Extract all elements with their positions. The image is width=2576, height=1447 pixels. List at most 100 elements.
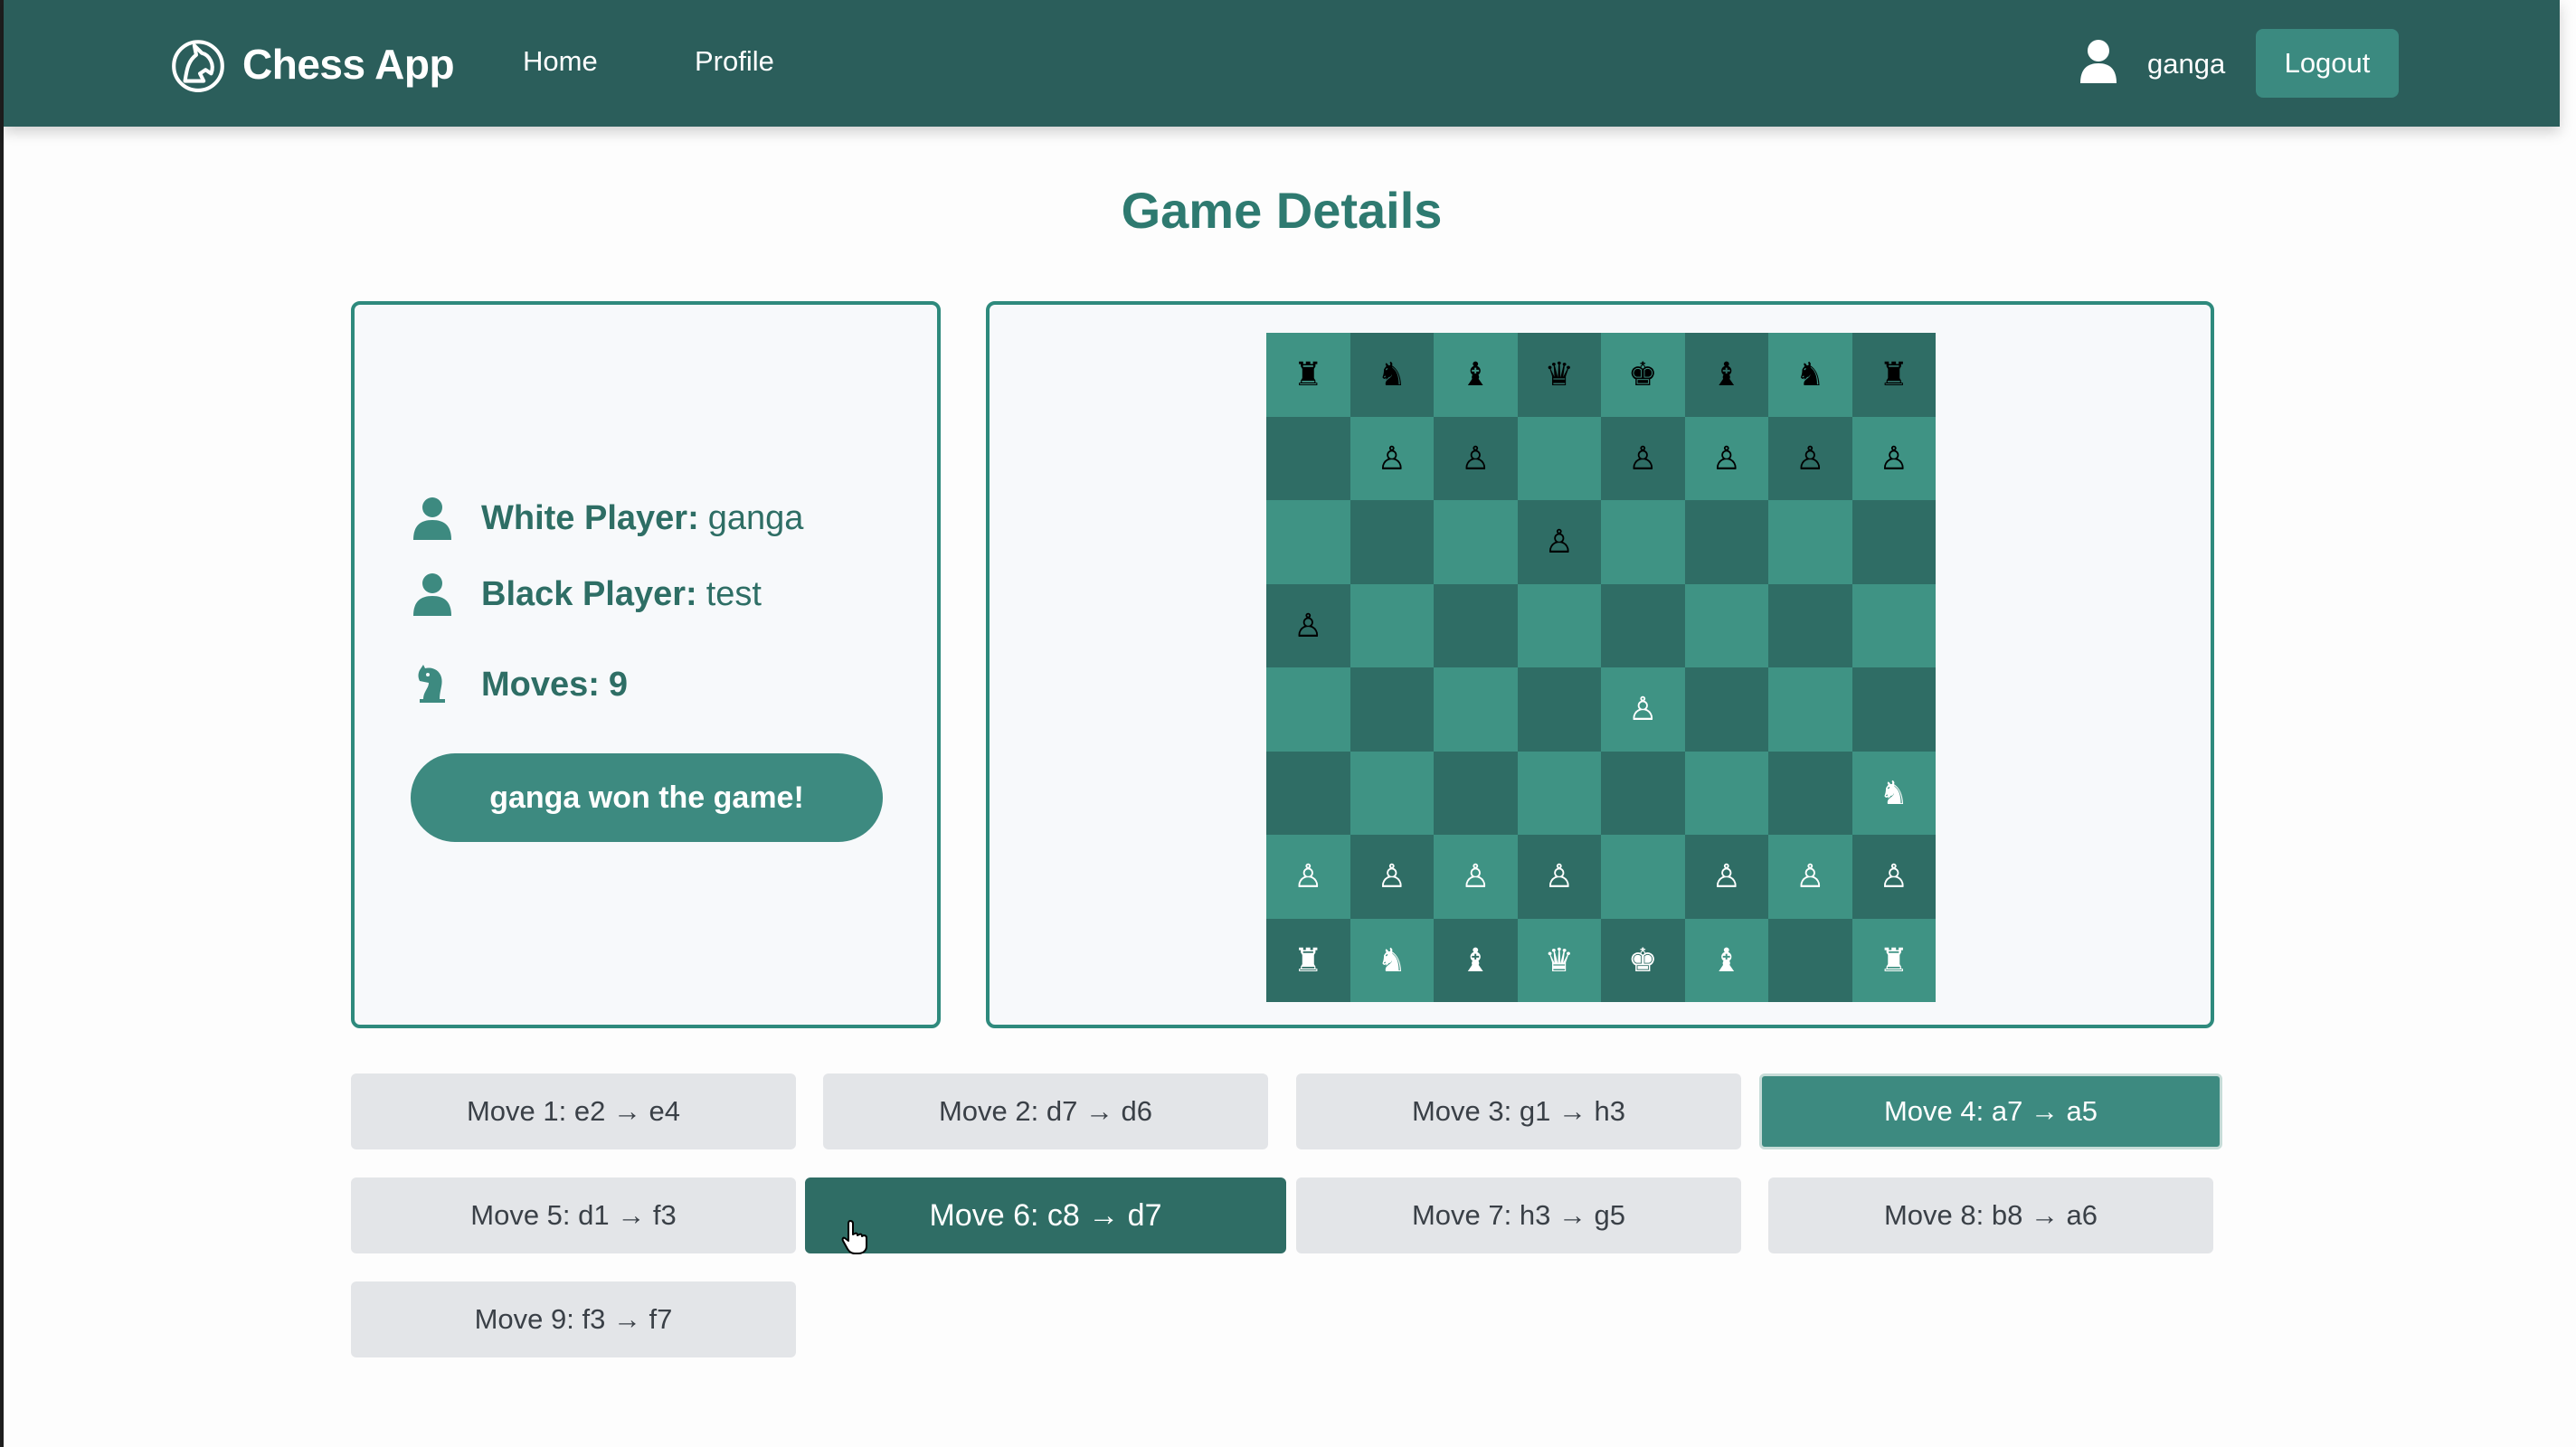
logout-button[interactable]: Logout bbox=[2256, 29, 2399, 98]
board-square-b8: ♞ bbox=[1350, 333, 1434, 417]
chess-piece: ♙ bbox=[1628, 690, 1658, 728]
chess-piece: ♜ bbox=[1293, 355, 1323, 393]
chess-piece: ♛ bbox=[1544, 355, 1574, 393]
chess-piece: ♚ bbox=[1628, 941, 1658, 979]
moves-count: 9 bbox=[608, 665, 629, 704]
nav-profile-link[interactable]: Profile bbox=[695, 45, 774, 78]
chess-piece: ♜ bbox=[1879, 941, 1908, 979]
move-button-3[interactable]: Move 3: g1 → h3 bbox=[1296, 1073, 1741, 1149]
board-square-g4 bbox=[1768, 667, 1852, 752]
game-info-card: White Player: ganga Black Player: test M… bbox=[351, 301, 941, 1028]
chess-piece: ♙ bbox=[1795, 857, 1825, 895]
board-square-b6 bbox=[1350, 500, 1434, 584]
board-square-a4 bbox=[1266, 667, 1350, 752]
chess-piece: ♜ bbox=[1293, 941, 1323, 979]
board-square-a3 bbox=[1266, 751, 1350, 835]
page-title: Game Details bbox=[1121, 182, 1443, 239]
chess-piece: ♜ bbox=[1879, 355, 1908, 393]
board-square-h7: ♙ bbox=[1852, 416, 1936, 500]
nav-username: ganga bbox=[2147, 48, 2226, 80]
board-square-f5 bbox=[1684, 583, 1768, 667]
board-square-h1: ♜ bbox=[1852, 918, 1936, 1002]
board-square-g2: ♙ bbox=[1768, 835, 1852, 919]
board-square-a2: ♙ bbox=[1266, 835, 1350, 919]
board-square-h5 bbox=[1852, 583, 1936, 667]
black-player-row: Black Player: test bbox=[411, 572, 762, 616]
chess-piece: ♙ bbox=[1795, 439, 1825, 477]
board-square-a6 bbox=[1266, 500, 1350, 584]
nav-home-link[interactable]: Home bbox=[523, 45, 598, 78]
board-square-e5 bbox=[1601, 583, 1685, 667]
brand[interactable]: Chess App bbox=[168, 33, 455, 96]
game-result-badge: ganga won the game! bbox=[411, 753, 883, 842]
board-square-h2: ♙ bbox=[1852, 835, 1936, 919]
board-square-b3 bbox=[1350, 751, 1434, 835]
chess-piece: ♝ bbox=[1461, 941, 1491, 979]
board-square-c5 bbox=[1434, 583, 1518, 667]
chess-piece: ♞ bbox=[1377, 941, 1406, 979]
black-player-label: Black Player: bbox=[481, 574, 697, 613]
board-square-f1: ♝ bbox=[1684, 918, 1768, 1002]
board-square-e1: ♚ bbox=[1601, 918, 1685, 1002]
board-square-e3 bbox=[1601, 751, 1685, 835]
board-square-f7: ♙ bbox=[1684, 416, 1768, 500]
chess-piece: ♙ bbox=[1293, 857, 1323, 895]
chess-piece: ♙ bbox=[1544, 523, 1574, 561]
board-square-e6 bbox=[1601, 500, 1685, 584]
board-square-h8: ♜ bbox=[1852, 333, 1936, 417]
board-square-c4 bbox=[1434, 667, 1518, 752]
board-square-e4: ♙ bbox=[1601, 667, 1685, 752]
move-button-7[interactable]: Move 7: h3 → g5 bbox=[1296, 1177, 1741, 1253]
board-square-c2: ♙ bbox=[1434, 835, 1518, 919]
navbar: Chess App Home Profile ganga Logout bbox=[4, 0, 2560, 127]
move-button-5[interactable]: Move 5: d1 → f3 bbox=[351, 1177, 796, 1253]
white-player-name: ganga bbox=[707, 498, 804, 537]
board-square-h3: ♞ bbox=[1852, 751, 1936, 835]
board-square-d2: ♙ bbox=[1517, 835, 1601, 919]
moves-count-row: Moves: 9 bbox=[411, 663, 637, 706]
board-square-d7 bbox=[1517, 416, 1601, 500]
board-square-e2 bbox=[1601, 835, 1685, 919]
hand-pointer-cursor-icon bbox=[841, 1220, 867, 1254]
board-square-a1: ♜ bbox=[1266, 918, 1350, 1002]
board-square-g1 bbox=[1768, 918, 1852, 1002]
chess-piece: ♙ bbox=[1293, 606, 1323, 644]
move-button-1[interactable]: Move 1: e2 → e4 bbox=[351, 1073, 796, 1149]
chess-piece: ♚ bbox=[1628, 355, 1658, 393]
chess-piece: ♞ bbox=[1879, 773, 1908, 811]
black-player-name: test bbox=[706, 574, 762, 613]
board-square-a8: ♜ bbox=[1266, 333, 1350, 417]
board-square-h6 bbox=[1852, 500, 1936, 584]
chess-piece: ♙ bbox=[1711, 439, 1741, 477]
chess-piece: ♛ bbox=[1544, 941, 1574, 979]
chess-piece: ♙ bbox=[1461, 439, 1491, 477]
move-button-6[interactable]: Move 6: c8 → d7 bbox=[805, 1177, 1286, 1253]
board-square-d5 bbox=[1517, 583, 1601, 667]
board-square-a5: ♙ bbox=[1266, 583, 1350, 667]
moves-label: Moves: bbox=[481, 665, 600, 704]
board-square-h4 bbox=[1852, 667, 1936, 752]
chess-board: ♜ ♞ ♝ ♛ ♚ ♝ ♞ ♜ ♙ ♙ ♙ ♙ ♙ ♙ ♙ ♙ ♙ ♞ ♙ ♙ ♙ ♙ ♙ ♙ ♙ ♜ ♞ ♝ ♛ ♚ ♝ ♜ bbox=[1266, 333, 1936, 1002]
user-icon bbox=[2080, 40, 2117, 83]
chess-knight-icon bbox=[418, 665, 445, 703]
chess-piece: ♝ bbox=[1461, 355, 1491, 393]
chess-piece: ♝ bbox=[1711, 941, 1741, 979]
chess-piece: ♙ bbox=[1879, 439, 1908, 477]
move-button-9[interactable]: Move 9: f3 → f7 bbox=[351, 1281, 796, 1357]
board-square-b1: ♞ bbox=[1350, 918, 1434, 1002]
move-button-2[interactable]: Move 2: d7 → d6 bbox=[823, 1073, 1268, 1149]
brand-name: Chess App bbox=[242, 41, 455, 88]
board-square-d8: ♛ bbox=[1517, 333, 1601, 417]
board-square-g5 bbox=[1768, 583, 1852, 667]
move-button-4[interactable]: Move 4: a7 → a5 bbox=[1759, 1073, 2222, 1149]
board-square-f6 bbox=[1684, 500, 1768, 584]
chess-piece: ♝ bbox=[1711, 355, 1741, 393]
white-player-label: White Player: bbox=[481, 498, 699, 537]
board-square-g7: ♙ bbox=[1768, 416, 1852, 500]
board-square-c6 bbox=[1434, 500, 1518, 584]
move-button-8[interactable]: Move 8: b8 → a6 bbox=[1768, 1177, 2213, 1253]
board-square-c8: ♝ bbox=[1434, 333, 1518, 417]
board-square-e7: ♙ bbox=[1601, 416, 1685, 500]
board-square-g8: ♞ bbox=[1768, 333, 1852, 417]
board-square-b7: ♙ bbox=[1350, 416, 1434, 500]
